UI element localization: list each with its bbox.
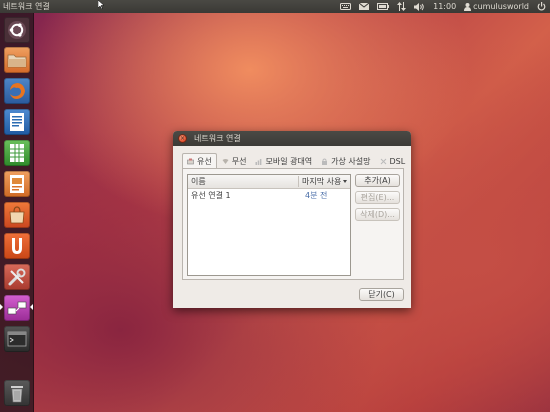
terminal-icon — [7, 331, 27, 347]
tab-wireless[interactable]: 무선 — [218, 154, 251, 168]
ubuntu-one-icon — [12, 238, 22, 254]
spreadsheet-icon — [10, 144, 24, 162]
launcher-writer[interactable] — [4, 109, 30, 135]
volume-icon[interactable] — [414, 0, 425, 13]
wireless-icon — [222, 158, 229, 164]
column-header-last-used[interactable]: 마지막 사용 — [302, 175, 341, 188]
launcher — [0, 13, 34, 412]
launcher-ubuntu-one[interactable] — [4, 233, 30, 259]
launcher-network-connections[interactable] — [4, 295, 30, 321]
connection-list[interactable]: 이름 마지막 사용 유선 연결 1 4분 전 — [187, 174, 351, 276]
mail-icon[interactable] — [359, 0, 370, 13]
network-connections-dialog: × 네트워크 연결 유선 무선 모바일 광대역 가상 사설망 DSL 이름 마지… — [173, 131, 411, 308]
list-header: 이름 마지막 사용 — [188, 175, 350, 189]
tab-wireless-label: 무선 — [231, 156, 247, 166]
tab-vpn[interactable]: 가상 사설망 — [317, 154, 374, 168]
mouse-pointer-icon — [98, 0, 104, 9]
connection-name: 유선 연결 1 — [191, 191, 231, 200]
network-transfer-icon[interactable] — [397, 0, 407, 13]
launcher-system-settings[interactable] — [4, 264, 30, 290]
launcher-dash-home[interactable] — [4, 17, 30, 43]
tab-wired-label: 유선 — [197, 157, 212, 166]
power-icon[interactable] — [537, 0, 546, 13]
launcher-home-folder[interactable] — [4, 47, 30, 73]
sort-descending-icon — [343, 180, 347, 183]
close-icon: × — [179, 134, 186, 142]
window-close-button[interactable]: × — [178, 134, 187, 143]
vpn-lock-icon — [322, 158, 328, 165]
tab-vpn-label: 가상 사설망 — [331, 156, 371, 166]
user-icon — [464, 2, 472, 11]
clock[interactable]: 11:00 — [433, 0, 456, 13]
document-icon — [10, 113, 24, 131]
wired-icon — [187, 158, 194, 165]
focused-indicator-right — [30, 304, 33, 310]
dialog-titlebar[interactable]: × 네트워크 연결 — [173, 131, 411, 146]
column-divider — [298, 176, 299, 187]
wired-tab-panel: 이름 마지막 사용 유선 연결 1 4분 전 추가(A) 편집(E)... 삭제… — [182, 168, 404, 280]
tab-mobile-broadband[interactable]: 모바일 광대역 — [251, 154, 316, 168]
mobile-broadband-icon — [255, 158, 262, 165]
add-button[interactable]: 추가(A) — [355, 174, 400, 187]
launcher-firefox[interactable] — [4, 78, 30, 104]
dialog-title: 네트워크 연결 — [194, 134, 241, 143]
tab-mobile-broadband-label: 모바일 광대역 — [265, 156, 313, 166]
dsl-icon — [380, 158, 386, 164]
keyboard-icon[interactable] — [340, 0, 352, 13]
trash-icon — [11, 386, 23, 403]
folder-icon — [7, 54, 27, 68]
launcher-trash[interactable] — [4, 380, 30, 406]
top-panel: 네트워크 연결 11:00 cumulusworld — [0, 0, 550, 13]
launcher-impress[interactable] — [4, 171, 30, 197]
ubuntu-logo-icon — [8, 21, 26, 39]
table-row[interactable]: 유선 연결 1 4분 전 — [188, 190, 350, 202]
firefox-icon — [9, 83, 25, 99]
close-button[interactable]: 닫기(C) — [359, 288, 404, 301]
connection-type-tabs: 유선 무선 모바일 광대역 가상 사설망 DSL — [182, 153, 410, 169]
running-indicator-left — [0, 304, 3, 310]
active-app-title: 네트워크 연결 — [3, 2, 50, 11]
network-icon — [7, 301, 27, 315]
tools-icon — [8, 268, 26, 286]
presentation-icon — [10, 175, 24, 193]
delete-button[interactable]: 삭제(D)... — [355, 208, 400, 221]
launcher-terminal[interactable] — [4, 326, 30, 352]
indicator-area: 11:00 cumulusworld — [340, 0, 546, 13]
column-header-name[interactable]: 이름 — [191, 175, 206, 188]
launcher-calc[interactable] — [4, 140, 30, 166]
tab-dsl[interactable]: DSL — [376, 154, 410, 168]
battery-icon[interactable] — [377, 0, 390, 13]
username: cumulusworld — [473, 2, 529, 11]
user-menu[interactable]: cumulusworld — [464, 0, 529, 13]
shopping-bag-icon — [9, 206, 25, 224]
connection-last-used: 4분 전 — [305, 191, 328, 200]
tab-dsl-label: DSL — [389, 156, 406, 166]
tab-wired[interactable]: 유선 — [182, 153, 217, 169]
launcher-software-center[interactable] — [4, 202, 30, 228]
edit-button[interactable]: 편집(E)... — [355, 191, 400, 204]
